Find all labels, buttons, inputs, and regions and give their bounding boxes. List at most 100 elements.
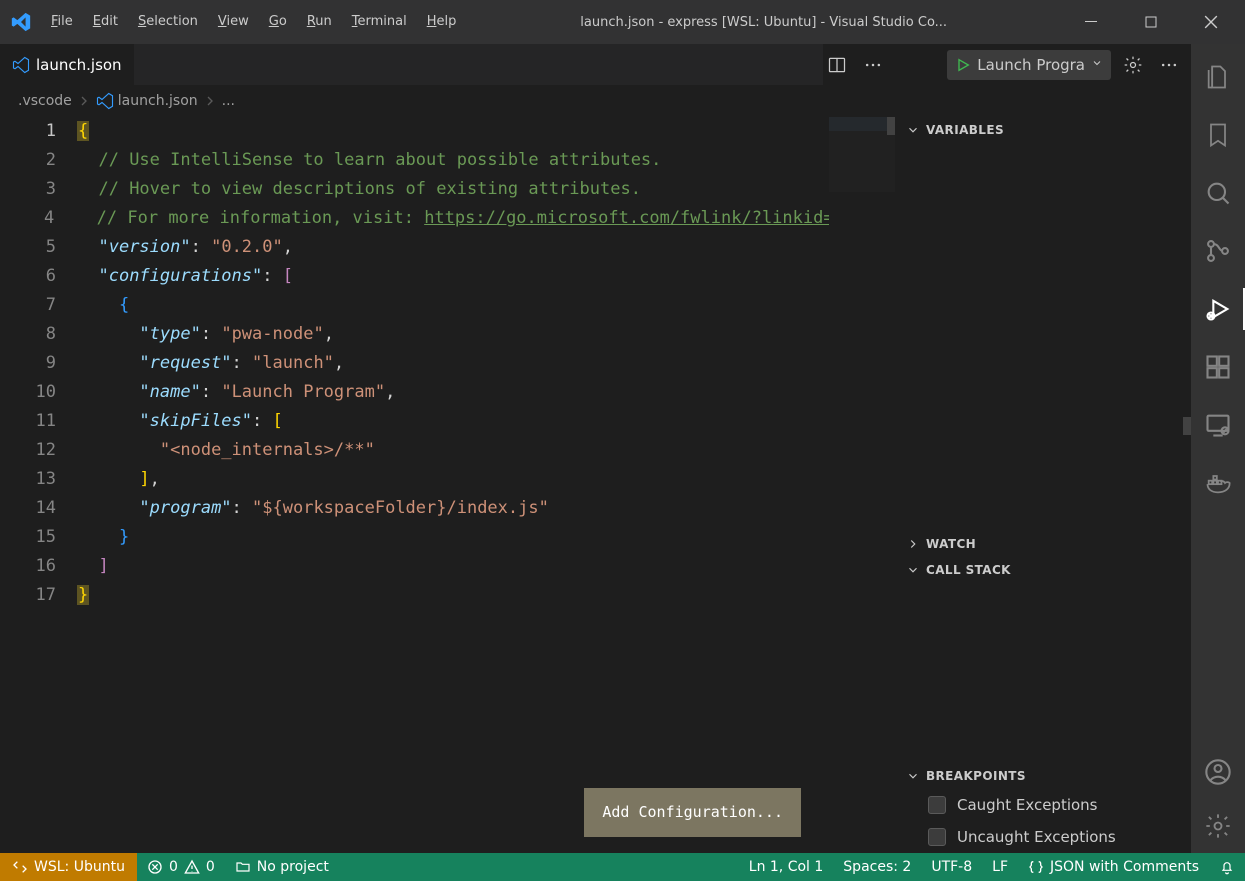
code-editor[interactable]: 1{ 2 // Use IntelliSense to learn about … [0,117,895,853]
line-number: 17 [0,581,78,610]
status-project[interactable]: No project [225,853,339,881]
code-link[interactable]: https://go.microsoft.com/fwlink/?linkid=… [424,208,895,228]
breakpoint-label: Caught Exceptions [957,796,1098,814]
code-text: "configurations" [98,266,262,286]
window-minimize-button[interactable] [1061,0,1121,44]
minimap[interactable] [829,117,895,853]
status-remote[interactable]: WSL: Ubuntu [0,853,137,881]
braces-icon [1028,859,1044,875]
status-label: Spaces: 2 [843,859,911,875]
checkbox[interactable] [928,828,946,846]
window-title: launch.json - express [WSL: Ubuntu] - Vi… [470,15,1057,30]
activity-explorer[interactable] [1191,50,1245,104]
menu-file[interactable]: FFileile [41,0,83,44]
more-actions-icon[interactable] [859,51,887,79]
status-label: 0 [206,859,215,875]
menu-go[interactable]: GoGo [259,0,297,44]
status-problems[interactable]: 0 0 [137,853,225,881]
code-text: // For more information, visit: [97,208,425,228]
activity-source-control[interactable] [1191,224,1245,278]
activity-docker[interactable] [1191,456,1245,510]
activity-account[interactable] [1191,745,1245,799]
tab-launch-json[interactable]: launch.json [0,44,135,85]
menu-bar: FFileile EditEdit SelectionSelection Vie… [41,0,466,44]
line-number: 1 [0,117,78,146]
scrollbar-thumb[interactable] [1183,417,1191,435]
status-eol[interactable]: LF [982,853,1018,881]
line-number: 8 [0,320,78,349]
status-indent[interactable]: Spaces: 2 [833,853,921,881]
run-config-label: Launch Progra [977,56,1085,74]
window-close-button[interactable] [1181,0,1241,44]
debug-more-icon[interactable] [1155,51,1183,79]
checkbox[interactable] [928,796,946,814]
code-text: // Hover to view descriptions of existin… [98,179,640,199]
breadcrumb-folder[interactable]: .vscode [18,93,72,109]
window-maximize-button[interactable] [1121,0,1181,44]
menu-run[interactable]: RunRun [297,0,342,44]
status-encoding[interactable]: UTF-8 [921,853,982,881]
file-icon [96,92,114,110]
code-text: "pwa-node" [221,324,323,344]
status-notifications[interactable] [1209,853,1245,881]
run-configuration-selector[interactable]: Launch Progra [947,50,1111,80]
breadcrumb[interactable]: .vscode launch.json ... [0,85,1191,117]
activity-remote-explorer[interactable] [1191,398,1245,452]
line-number: 15 [0,523,78,552]
activity-settings[interactable] [1191,799,1245,853]
code-text: // Use IntelliSense to learn about possi… [98,150,661,170]
breadcrumb-more[interactable]: ... [222,93,235,109]
breadcrumb-file[interactable]: launch.json [118,93,198,109]
menu-view[interactable]: ViewView [208,0,259,44]
line-number: 10 [0,378,78,407]
breakpoint-caught[interactable]: Caught Exceptions [896,789,1191,821]
breakpoint-label: Uncaught Exceptions [957,828,1116,846]
code-text: "skipFiles" [139,411,252,431]
editor-tabs: launch.json Launch Progra [0,44,1191,85]
code-text: "program" [139,498,231,518]
section-watch[interactable]: WATCH [896,531,1191,557]
code-text: "0.2.0" [211,237,283,257]
line-number: 5 [0,233,78,262]
section-variables[interactable]: VARIABLES [896,117,1191,143]
status-label: UTF-8 [931,859,972,875]
debug-panel: VARIABLES WATCH CALL STACK BREAKPOINT [895,117,1191,853]
status-bar: WSL: Ubuntu 0 0 No project Ln 1, Col 1 S… [0,853,1245,881]
status-language[interactable]: JSON with Comments [1018,853,1209,881]
activity-bar [1191,44,1245,853]
chevron-down-icon [906,123,920,137]
breakpoint-uncaught[interactable]: Uncaught Exceptions [896,821,1191,853]
activity-run-debug[interactable] [1191,282,1245,336]
status-label: No project [257,859,329,875]
code-text: "launch" [252,353,334,373]
code-text: "type" [139,324,200,344]
status-cursor[interactable]: Ln 1, Col 1 [739,853,834,881]
remote-icon [12,859,28,875]
error-icon [147,859,163,875]
add-configuration-button[interactable]: Add Configuration... [584,788,801,837]
menu-help[interactable]: HelpHelp [417,0,467,44]
line-number: 4 [0,204,76,233]
menu-terminal[interactable]: TerminalTerminal [342,0,417,44]
split-editor-icon[interactable] [823,51,851,79]
menu-edit[interactable]: EditEdit [83,0,128,44]
status-label: 0 [169,859,178,875]
code-text: "request" [139,353,231,373]
button-label: Add Configuration... [602,803,783,821]
activity-extensions[interactable] [1191,340,1245,394]
section-breakpoints[interactable]: BREAKPOINTS [896,763,1191,789]
settings-gear-icon[interactable] [1119,51,1147,79]
code-text: "version" [98,237,190,257]
activity-search[interactable] [1191,166,1245,220]
section-callstack[interactable]: CALL STACK [896,557,1191,583]
section-label: BREAKPOINTS [926,769,1026,783]
code-text: "${workspaceFolder}/index.js" [252,498,549,518]
line-number: 9 [0,349,78,378]
activity-bookmarks[interactable] [1191,108,1245,162]
chevron-down-icon [906,563,920,577]
folder-icon [235,859,251,875]
line-number: 13 [0,465,78,494]
menu-selection[interactable]: SelectionSelection [128,0,208,44]
scrollbar-thumb[interactable] [887,117,895,135]
section-label: WATCH [926,537,976,551]
